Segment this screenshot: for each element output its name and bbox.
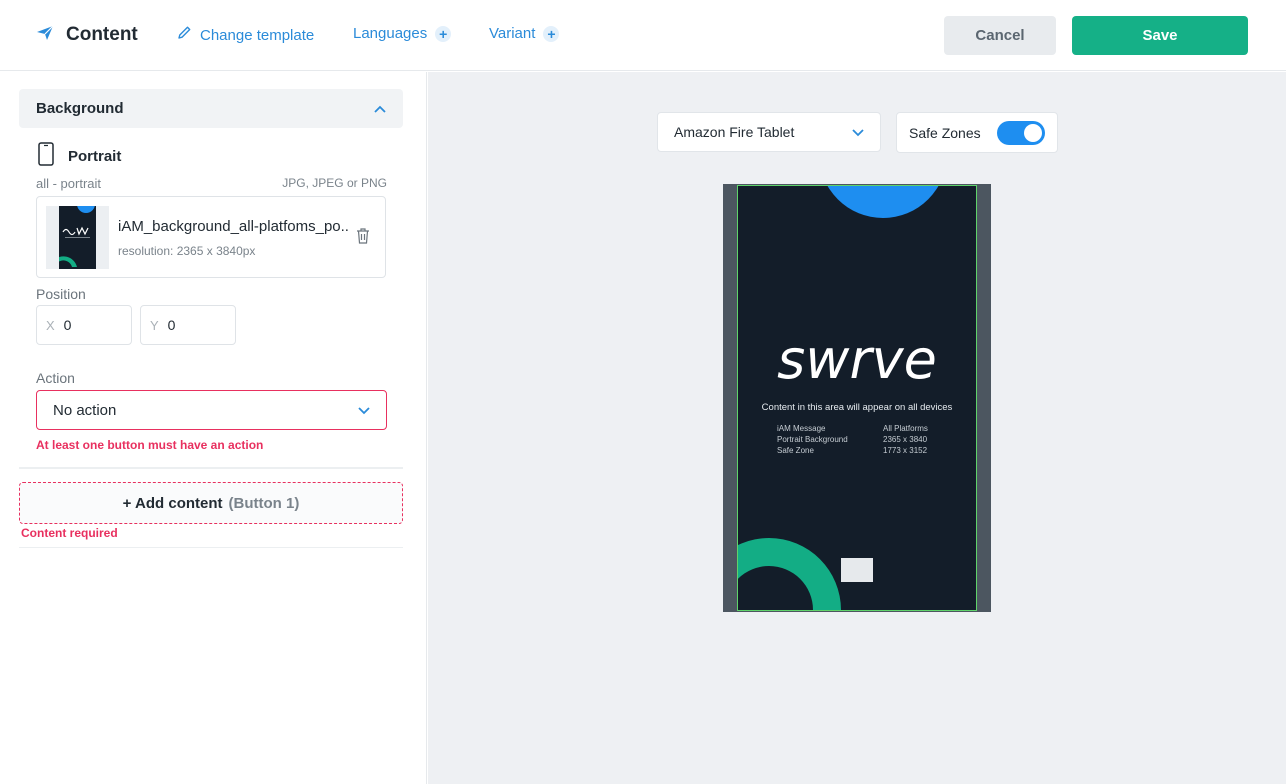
position-label: Position [36, 286, 86, 302]
button-placeholder[interactable] [841, 558, 873, 582]
save-button[interactable]: Save [1072, 16, 1248, 55]
decor-arc-green [737, 538, 841, 610]
action-value: No action [53, 401, 117, 419]
change-template-link[interactable]: Change template [176, 25, 314, 45]
preview-info-right: All Platforms 2365 x 3840 1773 x 3152 [883, 424, 928, 455]
position-y-input[interactable]: Y 0 [140, 305, 236, 345]
pencil-icon [176, 25, 192, 45]
page-title: Content [66, 24, 138, 45]
x-value: 0 [63, 317, 72, 333]
orientation-row: Portrait [38, 142, 121, 171]
platform-label: all - portrait [36, 176, 102, 191]
cancel-button[interactable]: Cancel [944, 16, 1056, 55]
page-title-group: Content [36, 22, 138, 48]
variant-label: Variant [489, 25, 536, 42]
background-section-header[interactable]: Background [19, 89, 403, 128]
change-template-label: Change template [200, 26, 315, 44]
add-content-label: + Add content [122, 494, 223, 512]
add-content-button[interactable]: + Add content (Button 1) [19, 482, 403, 524]
action-select[interactable]: No action [36, 390, 387, 430]
decor-circle-blue [827, 186, 939, 218]
orientation-label: Portrait [68, 148, 122, 165]
chevron-up-icon [374, 103, 386, 115]
preview-canvas: swrve Content in this area will appear o… [737, 186, 977, 610]
top-bar: Content Change template Languages + Vari… [0, 0, 1286, 71]
format-hint: JPG, JPEG or PNG [282, 176, 387, 190]
languages-label: Languages [353, 25, 428, 42]
variant-link[interactable]: Variant + [489, 25, 560, 42]
device-select[interactable]: Amazon Fire Tablet [657, 112, 881, 152]
send-icon [36, 25, 54, 46]
preview-panel: Amazon Fire Tablet Safe Zones swrve Cont… [428, 72, 1286, 784]
editor-panel: Background Portrait all - portrait JPG, … [0, 72, 427, 784]
x-prefix: X [46, 317, 55, 333]
action-label: Action [36, 370, 75, 386]
upload-sub-row: all - portrait JPG, JPEG or PNG [36, 176, 387, 191]
device-preview: swrve Content in this area will appear o… [723, 184, 991, 612]
add-content-sublabel: (Button 1) [228, 494, 300, 512]
chevron-down-icon [852, 124, 864, 140]
safe-zones-control: Safe Zones [896, 112, 1058, 153]
trash-icon[interactable] [355, 227, 371, 245]
divider [19, 547, 403, 548]
section-title: Background [36, 100, 124, 117]
action-error: At least one button must have an action [36, 438, 264, 452]
preview-shapes [737, 186, 939, 610]
swrve-logo: swrve [737, 334, 977, 384]
file-name: iAM_background_all-platfoms_po... [118, 218, 350, 235]
divider [19, 467, 403, 469]
y-prefix: Y [150, 317, 159, 333]
safe-zones-label: Safe Zones [909, 124, 981, 141]
safe-zones-toggle[interactable] [996, 120, 1045, 145]
chevron-down-icon [358, 402, 370, 419]
preview-info-left: iAM Message Portrait Background Safe Zon… [777, 424, 848, 455]
uploaded-file-card: iAM_background_all-platfoms_po... resolu… [36, 196, 386, 278]
device-value: Amazon Fire Tablet [674, 124, 795, 140]
content-error: Content required [21, 526, 118, 540]
plus-icon: + [543, 25, 560, 42]
languages-link[interactable]: Languages + [353, 25, 452, 42]
file-thumbnail [46, 206, 109, 269]
position-x-input[interactable]: X 0 [36, 305, 132, 345]
plus-icon: + [435, 25, 452, 42]
preview-area-text: Content in this area will appear on all … [761, 402, 953, 413]
file-resolution: resolution: 2365 x 3840px [118, 244, 256, 258]
svg-text:swrve: swrve [777, 334, 937, 384]
y-value: 0 [167, 317, 176, 333]
phone-icon [38, 142, 54, 171]
